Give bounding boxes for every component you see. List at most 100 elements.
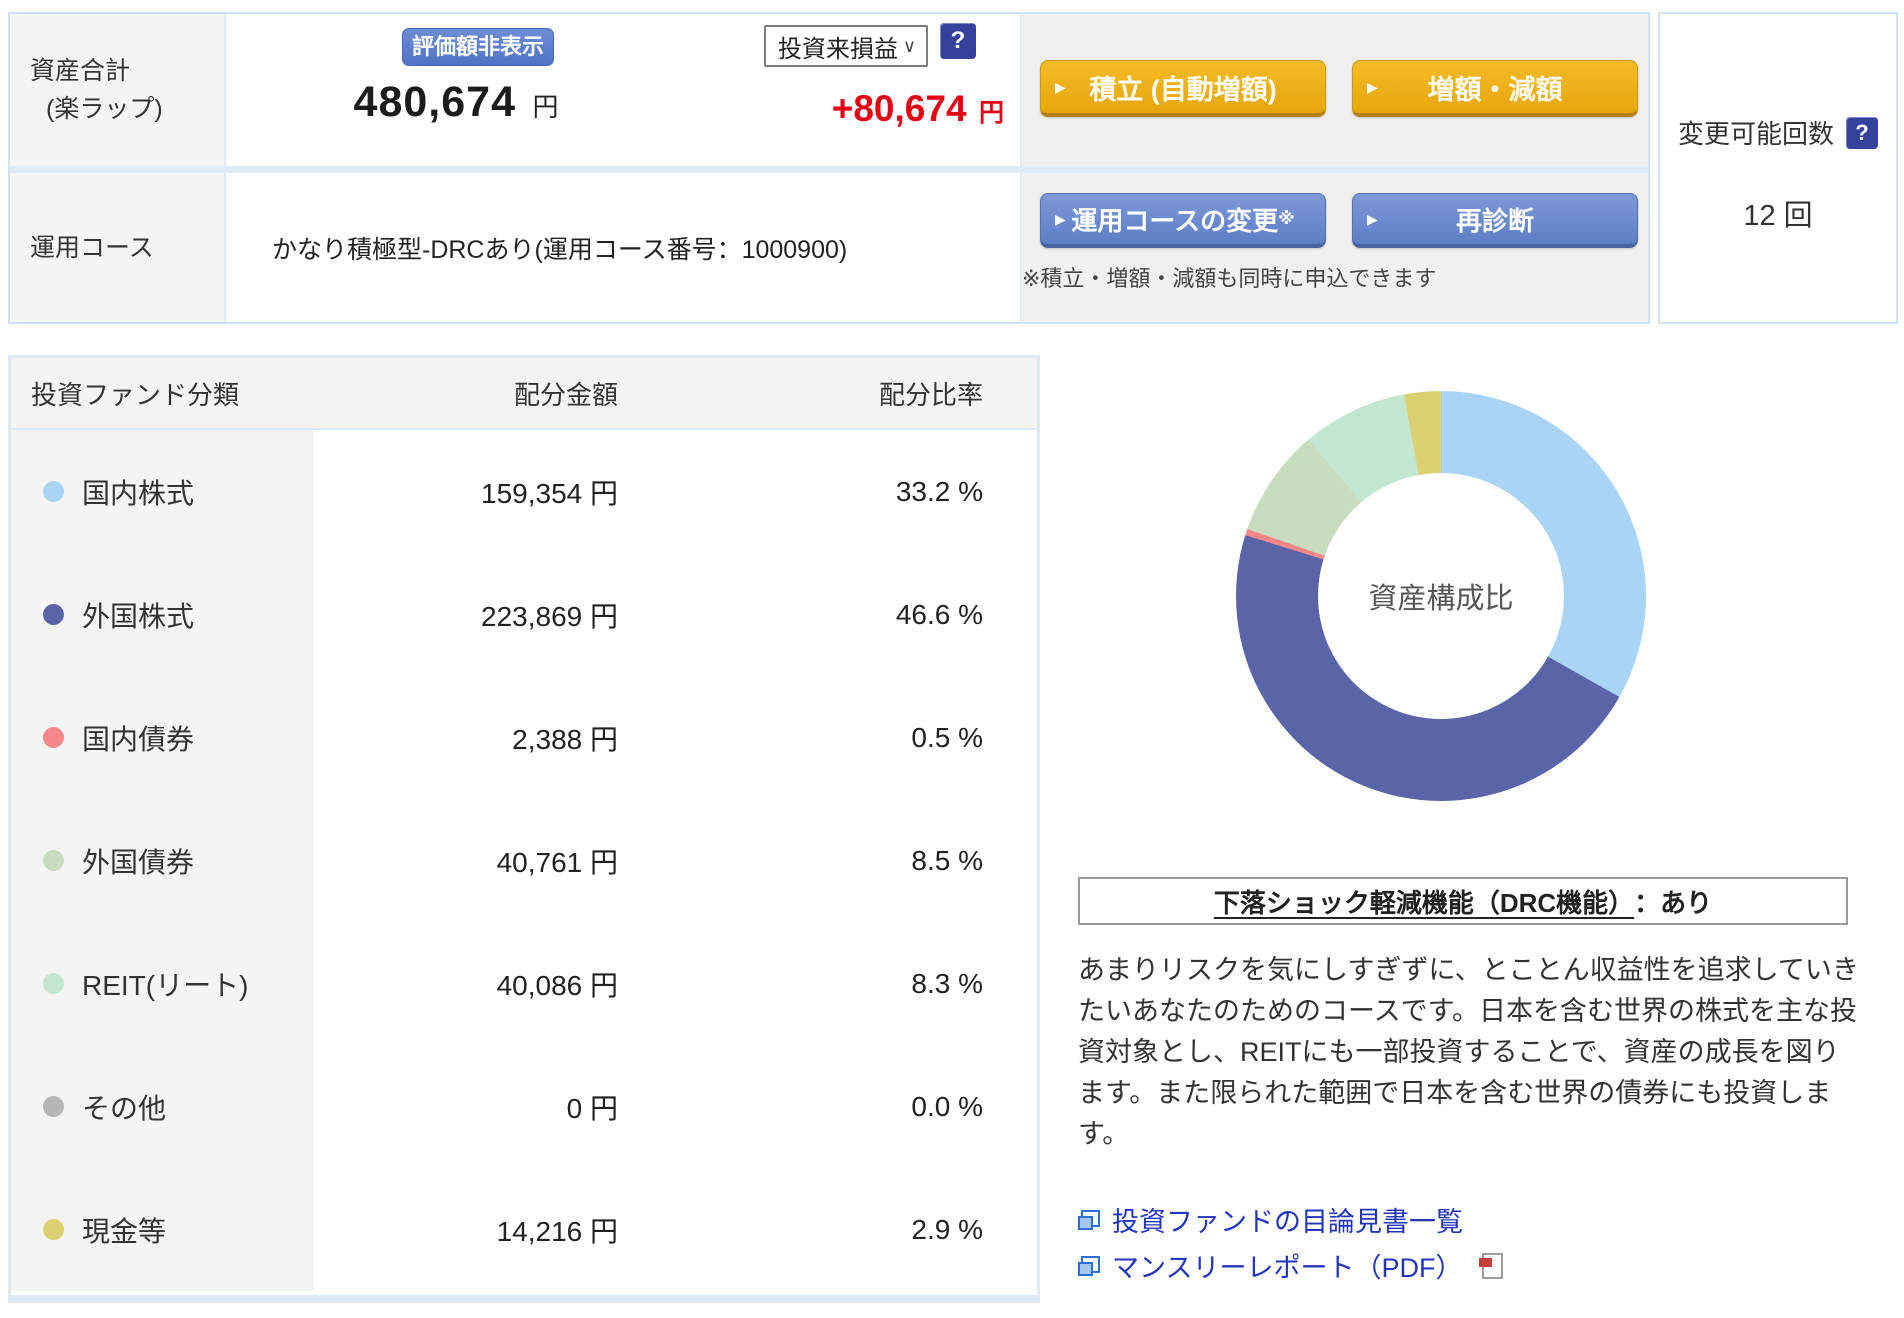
asset-amount-cell: 159,354 円 <box>481 477 618 509</box>
table-row: REIT(リート) 40,086 円 8.3 % <box>11 922 1037 1045</box>
asset-ratio-cell: 33.2 % <box>895 475 983 507</box>
total-amount-value: 480,674 <box>353 78 516 126</box>
arrow-right-icon: ▶ <box>1055 78 1066 95</box>
asset-ratio-cell: 8.5 % <box>911 844 983 876</box>
asset-category-label: 外国株式 <box>82 600 195 632</box>
profit-period-select[interactable]: 投資来損益 ∨ <box>764 25 928 67</box>
asset-summary-panel: 資産合計 (楽ラップ) 評価額非表示 480,674 円 投資来損益 ∨ ? +… <box>8 12 1650 324</box>
column-header-category: 投資ファンド分類 <box>31 379 240 410</box>
course-change-button[interactable]: ▶ 運用コースの変更 ※ <box>1040 193 1326 248</box>
arrow-right-icon: ▶ <box>1367 210 1378 227</box>
asset-total-content-cell: 評価額非表示 480,674 円 投資来損益 ∨ ? +80,674 円 <box>226 14 1020 166</box>
donut-center-label: 資産構成比 <box>1368 583 1514 615</box>
asset-ratio-cell: 8.3 % <box>911 967 983 999</box>
accumulate-button-label: 積立 (自動増額) <box>1089 74 1277 105</box>
profit-amount-unit: 円 <box>978 99 1004 127</box>
change-count-value: 12 回 <box>1743 200 1813 232</box>
accumulate-button[interactable]: ▶ 積立 (自動増額) <box>1040 60 1326 117</box>
course-change-note-mark: ※ <box>1278 209 1295 228</box>
course-actions-cell: ▶ 運用コースの変更 ※ ▶ 再診断 ※積立・増額・減額も同時に申込できます <box>1022 173 1648 322</box>
rediagnose-button-label: 再診断 <box>1455 205 1534 236</box>
prospectus-link-label: 投資ファンドの目論見書一覧 <box>1112 1207 1463 1237</box>
asset-actions-cell: ▶ 積立 (自動増額) ▶ 増額・減額 <box>1022 14 1648 166</box>
monthly-report-link[interactable]: マンスリーレポート（PDF） <box>1078 1246 1504 1285</box>
asset-category-cell: 国内債券 <box>11 676 314 799</box>
increase-decrease-button-label: 増額・減額 <box>1427 74 1563 105</box>
asset-category-label: REIT(リート) <box>82 969 249 1001</box>
column-header-ratio: 配分比率 <box>878 379 983 410</box>
course-content-cell: かなり積極型-DRCあり(運用コース番号：1000900) <box>226 173 1020 322</box>
asset-color-dot <box>43 1219 64 1240</box>
asset-color-dot <box>43 604 64 625</box>
profit-help-icon[interactable]: ? <box>940 23 976 59</box>
drc-feature-status: ：あり <box>1634 887 1713 918</box>
pdf-icon <box>1479 1252 1504 1279</box>
asset-amount-cell: 40,086 円 <box>496 969 618 1001</box>
asset-ratio-cell: 0.0 % <box>911 1090 983 1122</box>
chevron-down-icon: ∨ <box>902 35 916 56</box>
monthly-report-link-label: マンスリーレポート（PDF） <box>1112 1253 1463 1283</box>
total-amount-unit: 円 <box>532 92 559 122</box>
asset-category-cell: 外国債券 <box>11 799 314 922</box>
table-row: 国内株式 159,354 円 33.2 % <box>11 430 1037 553</box>
asset-category-label: 外国債券 <box>82 846 195 878</box>
asset-amount-cell: 0 円 <box>566 1092 618 1124</box>
asset-category-cell: 国内株式 <box>11 430 314 553</box>
profit-period-selected: 投資来損益 <box>778 35 898 63</box>
prospectus-link[interactable]: 投資ファンドの目論見書一覧 <box>1078 1200 1463 1239</box>
asset-ratio-cell: 2.9 % <box>911 1213 983 1245</box>
table-row: 国内債券 2,388 円 0.5 % <box>11 676 1037 799</box>
asset-color-dot <box>43 973 64 994</box>
apply-note: ※積立・増額・減額も同時に申込できます <box>1022 266 1437 291</box>
asset-total-sublabel: (楽ラップ) <box>46 95 163 123</box>
asset-color-dot <box>43 850 64 871</box>
arrow-right-icon: ▶ <box>1367 78 1378 95</box>
asset-ratio-cell: 46.6 % <box>895 598 983 630</box>
course-label: 運用コース <box>30 233 154 262</box>
asset-color-dot <box>43 481 64 502</box>
hide-valuation-button[interactable]: 評価額非表示 <box>402 28 554 66</box>
external-window-icon <box>1078 1209 1100 1230</box>
asset-ratio-cell: 0.5 % <box>911 721 983 753</box>
external-window-icon <box>1078 1255 1100 1276</box>
asset-category-label: その他 <box>82 1092 167 1124</box>
profit-amount-value: +80,674 <box>831 88 967 129</box>
total-asset-amount: 480,674 円 <box>276 78 636 127</box>
column-header-amount: 配分金額 <box>513 379 618 410</box>
asset-category-label: 国内債券 <box>82 723 195 755</box>
rediagnose-button[interactable]: ▶ 再診断 <box>1352 193 1638 248</box>
asset-amount-cell: 223,869 円 <box>481 600 618 632</box>
donut-center: 資産構成比 <box>1318 473 1564 719</box>
course-value: かなり積極型-DRCあり(運用コース番号：1000900) <box>272 235 848 264</box>
profit-amount-group: +80,674 円 <box>832 88 1004 130</box>
asset-category-label: 現金等 <box>82 1215 167 1247</box>
asset-category-cell: 外国株式 <box>11 553 314 676</box>
asset-total-label: 資産合計 <box>30 57 131 85</box>
change-count-panel: 変更可能回数 ? 12 回 <box>1658 12 1898 324</box>
table-row: 外国債券 40,761 円 8.5 % <box>11 799 1037 922</box>
asset-color-dot <box>43 1096 64 1117</box>
asset-color-dot <box>43 727 64 748</box>
asset-amount-cell: 2,388 円 <box>512 723 618 755</box>
course-label-cell: 運用コース <box>10 173 224 322</box>
change-count-label: 変更可能回数 <box>1677 119 1834 149</box>
asset-amount-cell: 40,761 円 <box>496 846 618 878</box>
allocation-table-header: 投資ファンド分類 配分金額 配分比率 <box>11 358 1037 430</box>
table-row: 外国株式 223,869 円 46.6 % <box>11 553 1037 676</box>
allocation-table-panel: 投資ファンド分類 配分金額 配分比率 国内株式 159,354 円 33.2 %… <box>8 355 1040 1303</box>
allocation-table-body: 国内株式 159,354 円 33.2 % 外国株式 223,869 円 46.… <box>11 430 1037 1291</box>
asset-category-cell: その他 <box>11 1045 314 1168</box>
drc-feature-box: 下落ショック軽減機能（DRC機能） ：あり <box>1078 877 1848 925</box>
table-row: その他 0 円 0.0 % <box>11 1045 1037 1168</box>
drc-feature-title: 下落ショック軽減機能（DRC機能） <box>1213 887 1635 918</box>
asset-amount-cell: 14,216 円 <box>496 1215 618 1247</box>
change-count-help-icon[interactable]: ? <box>1846 116 1878 149</box>
course-description: あまりリスクを気にしすぎずに、とことん収益性を追求していきたいあなたのためのコー… <box>1078 955 1859 1149</box>
table-row: 現金等 14,216 円 2.9 % <box>11 1168 1037 1291</box>
asset-category-cell: 現金等 <box>11 1168 314 1291</box>
increase-decrease-button[interactable]: ▶ 増額・減額 <box>1352 60 1638 117</box>
arrow-right-icon: ▶ <box>1055 210 1066 227</box>
asset-category-cell: REIT(リート) <box>11 922 314 1045</box>
asset-total-label-cell: 資産合計 (楽ラップ) <box>10 14 224 166</box>
course-change-button-label: 運用コースの変更 <box>1071 205 1279 236</box>
